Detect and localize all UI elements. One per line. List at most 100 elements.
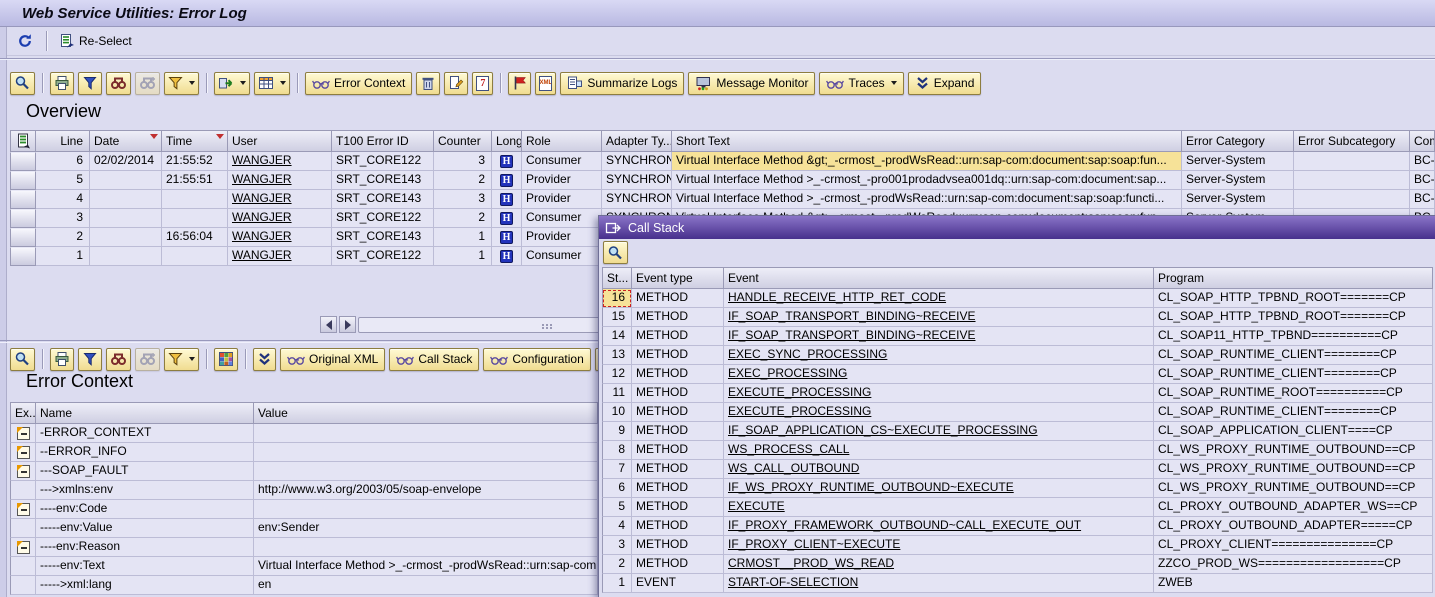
- traces-button[interactable]: Traces: [819, 71, 904, 95]
- cell-event-link[interactable]: IF_WS_PROXY_RUNTIME_OUTBOUND~EXECUTE: [724, 479, 1154, 498]
- cell-stack[interactable]: 11: [602, 384, 632, 403]
- cell-stack[interactable]: 16: [602, 289, 632, 308]
- call-stack-titlebar[interactable]: Call Stack: [599, 216, 1435, 239]
- summarize-logs-button[interactable]: Summarize Logs: [560, 71, 685, 95]
- long-text-icon[interactable]: H: [500, 192, 513, 206]
- cell-event-link[interactable]: IF_SOAP_APPLICATION_CS~EXECUTE_PROCESSIN…: [724, 422, 1154, 441]
- cell-user-link[interactable]: WANGJER: [228, 171, 332, 190]
- collapse-node-icon[interactable]: [16, 540, 30, 554]
- cell-event-link[interactable]: IF_SOAP_TRANSPORT_BINDING~RECEIVE: [724, 308, 1154, 327]
- call-stack-button[interactable]: Call Stack: [389, 347, 480, 371]
- details-button[interactable]: [10, 71, 35, 95]
- select-all-button[interactable]: [10, 130, 36, 152]
- column-header-line[interactable]: Line: [36, 130, 90, 152]
- column-header-name[interactable]: Name: [36, 402, 254, 424]
- cell-event-link[interactable]: CRMOST__PROD_WS_READ: [724, 555, 1154, 574]
- collapse-node-icon[interactable]: [16, 426, 30, 440]
- find-next-button[interactable]: [135, 347, 160, 371]
- cell-event-link[interactable]: EXECUTE_PROCESSING: [724, 384, 1154, 403]
- cell-stack[interactable]: 4: [602, 517, 632, 536]
- cell-event-link[interactable]: IF_SOAP_TRANSPORT_BINDING~RECEIVE: [724, 327, 1154, 346]
- collapse-node-icon[interactable]: [16, 464, 30, 478]
- error-context-button[interactable]: Error Context: [305, 71, 413, 95]
- configuration-button[interactable]: Configuration: [483, 347, 591, 371]
- column-header-long-text[interactable]: Long ...: [492, 130, 522, 152]
- row-select-button[interactable]: [10, 247, 36, 266]
- expand-all-button[interactable]: [253, 347, 276, 371]
- cell-event-link[interactable]: EXEC_SYNC_PROCESSING: [724, 346, 1154, 365]
- cell-stack[interactable]: 5: [602, 498, 632, 517]
- cell-event-link[interactable]: EXECUTE_PROCESSING: [724, 403, 1154, 422]
- filter-button[interactable]: [164, 347, 199, 371]
- column-header-counter[interactable]: Counter: [434, 130, 492, 152]
- column-header-t100-error-id[interactable]: T100 Error ID: [332, 130, 434, 152]
- details-button[interactable]: [603, 241, 628, 264]
- cell-short-text[interactable]: Virtual Interface Method >_-crmost_-pro0…: [672, 171, 1182, 190]
- long-text-icon[interactable]: H: [500, 173, 513, 187]
- column-header-component[interactable]: Comp: [1410, 130, 1435, 152]
- row-select-button[interactable]: [10, 171, 36, 190]
- cell-user-link[interactable]: WANGJER: [228, 209, 332, 228]
- change-document-button[interactable]: [444, 71, 469, 95]
- filter-button[interactable]: [164, 71, 199, 95]
- expand-button[interactable]: Expand: [907, 71, 982, 95]
- reselect-button[interactable]: Re-Select: [55, 30, 137, 52]
- collapse-node-icon[interactable]: [16, 445, 30, 459]
- cell-stack[interactable]: 6: [602, 479, 632, 498]
- sort-descending-button[interactable]: [78, 347, 102, 371]
- cell-stack[interactable]: 8: [602, 441, 632, 460]
- column-header-user[interactable]: User: [228, 130, 332, 152]
- scroll-right-button[interactable]: [339, 316, 356, 333]
- row-select-button[interactable]: [10, 190, 36, 209]
- column-header-expand[interactable]: Ex..: [10, 402, 36, 424]
- delete-button[interactable]: [416, 71, 441, 95]
- cell-event-link[interactable]: START-OF-SELECTION: [724, 574, 1154, 593]
- xml-button[interactable]: XML: [535, 71, 557, 95]
- cell-stack[interactable]: 14: [602, 327, 632, 346]
- refresh-button[interactable]: [12, 30, 38, 52]
- export-button[interactable]: [214, 71, 250, 95]
- column-header-time[interactable]: Time: [162, 130, 228, 152]
- cell-event-link[interactable]: WS_CALL_OUTBOUND: [724, 460, 1154, 479]
- cell-event-link[interactable]: IF_PROXY_FRAMEWORK_OUTBOUND~CALL_EXECUTE…: [724, 517, 1154, 536]
- long-text-icon[interactable]: H: [500, 230, 513, 244]
- column-header-event-type[interactable]: Event type: [632, 267, 724, 289]
- cell-user-link[interactable]: WANGJER: [228, 247, 332, 266]
- column-header-program[interactable]: Program: [1154, 267, 1433, 289]
- choose-layout-button[interactable]: [254, 71, 290, 95]
- sort-descending-button[interactable]: [78, 71, 102, 95]
- long-text-icon[interactable]: H: [500, 249, 513, 263]
- long-text-icon[interactable]: H: [500, 154, 513, 168]
- table-view-button[interactable]: [214, 347, 238, 371]
- column-header-value[interactable]: Value: [254, 402, 598, 424]
- print-button[interactable]: [50, 71, 74, 95]
- column-header-adapter-type[interactable]: Adapter Ty...: [602, 130, 672, 152]
- column-header-event[interactable]: Event: [724, 267, 1154, 289]
- message-monitor-button[interactable]: Message Monitor: [688, 71, 816, 95]
- cell-stack[interactable]: 10: [602, 403, 632, 422]
- column-header-error-subcategory[interactable]: Error Subcategory: [1294, 130, 1410, 152]
- cell-event-link[interactable]: EXEC_PROCESSING: [724, 365, 1154, 384]
- long-text-icon[interactable]: H: [500, 211, 513, 225]
- cell-event-link[interactable]: IF_PROXY_CLIENT~EXECUTE: [724, 536, 1154, 555]
- cell-stack[interactable]: 2: [602, 555, 632, 574]
- cell-stack[interactable]: 1: [602, 574, 632, 593]
- cell-user-link[interactable]: WANGJER: [228, 152, 332, 171]
- cell-stack[interactable]: 13: [602, 346, 632, 365]
- column-header-short-text[interactable]: Short Text: [672, 130, 1182, 152]
- find-next-button[interactable]: [135, 71, 160, 95]
- print-button[interactable]: [50, 347, 74, 371]
- column-header-date[interactable]: Date: [90, 130, 162, 152]
- column-header-role[interactable]: Role: [522, 130, 602, 152]
- cell-event-link[interactable]: HANDLE_RECEIVE_HTTP_RET_CODE: [724, 289, 1154, 308]
- details-button[interactable]: [10, 347, 35, 371]
- cell-stack[interactable]: 9: [602, 422, 632, 441]
- find-button[interactable]: [106, 71, 131, 95]
- row-select-button[interactable]: [10, 209, 36, 228]
- cell-stack[interactable]: 15: [602, 308, 632, 327]
- cell-user-link[interactable]: WANGJER: [228, 190, 332, 209]
- cell-event-link[interactable]: EXECUTE: [724, 498, 1154, 517]
- flag-button[interactable]: [508, 71, 532, 95]
- cell-event-link[interactable]: WS_PROCESS_CALL: [724, 441, 1154, 460]
- cell-user-link[interactable]: WANGJER: [228, 228, 332, 247]
